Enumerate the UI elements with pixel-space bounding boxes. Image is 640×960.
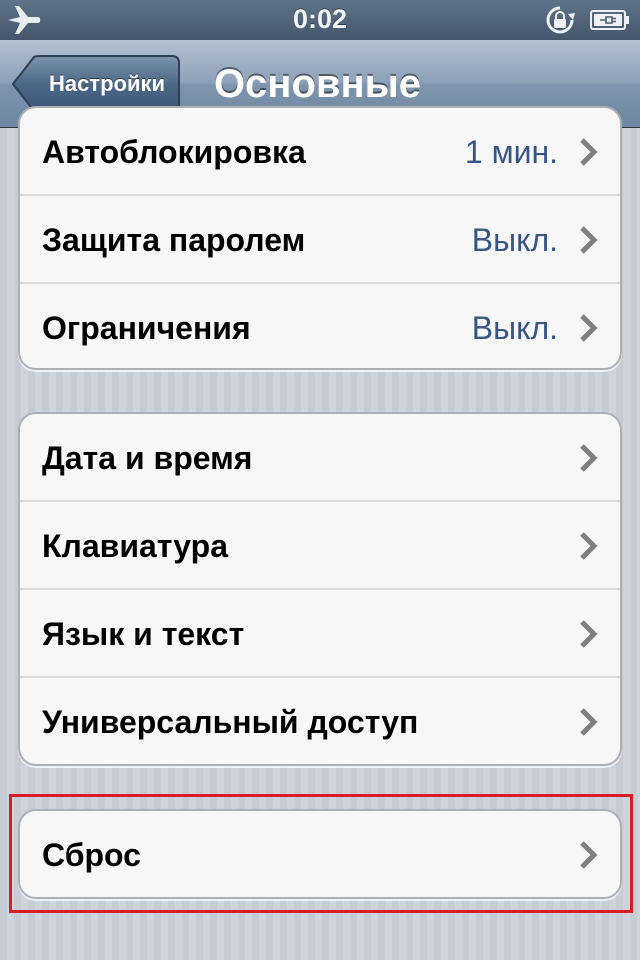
row-value: Выкл. bbox=[471, 310, 558, 346]
chevron-right-icon bbox=[580, 444, 598, 472]
chevron-right-icon bbox=[580, 532, 598, 560]
chevron-right-icon bbox=[580, 138, 598, 166]
row-keyboard[interactable]: Клавиатура bbox=[20, 502, 620, 590]
back-button[interactable]: Настройки bbox=[12, 55, 180, 113]
chevron-right-icon bbox=[580, 620, 598, 648]
row-language-text[interactable]: Язык и текст bbox=[20, 590, 620, 678]
row-value: Выкл. bbox=[471, 222, 558, 258]
settings-group-locale: Дата и время Клавиатура Язык и текст Уни… bbox=[18, 412, 622, 766]
row-date-time[interactable]: Дата и время bbox=[20, 414, 620, 502]
row-value: 1 мин. bbox=[464, 134, 558, 170]
battery-charging-icon bbox=[590, 10, 629, 30]
settings-group-lock: Автоблокировка 1 мин. Защита паролем Вык… bbox=[18, 106, 622, 370]
row-label: Защита паролем bbox=[42, 222, 306, 258]
row-label: Автоблокировка bbox=[42, 134, 306, 170]
chevron-right-icon bbox=[580, 226, 598, 254]
chevron-right-icon bbox=[580, 708, 598, 736]
row-autolock[interactable]: Автоблокировка 1 мин. bbox=[20, 108, 620, 196]
chevron-right-icon bbox=[580, 314, 598, 342]
row-accessibility[interactable]: Универсальный доступ bbox=[20, 678, 620, 764]
row-label: Универсальный доступ bbox=[42, 704, 419, 740]
row-label: Язык и текст bbox=[42, 616, 245, 652]
rotation-lock-icon bbox=[546, 6, 575, 34]
row-passcode[interactable]: Защита паролем Выкл. bbox=[20, 196, 620, 284]
highlight-box bbox=[9, 794, 633, 913]
status-bar: 0:02 bbox=[0, 0, 640, 40]
row-label: Дата и время bbox=[42, 440, 253, 476]
row-label: Клавиатура bbox=[42, 528, 228, 564]
back-button-label: Настройки bbox=[48, 71, 166, 96]
row-label: Ограничения bbox=[42, 310, 251, 346]
row-restrictions[interactable]: Ограничения Выкл. bbox=[20, 284, 620, 368]
